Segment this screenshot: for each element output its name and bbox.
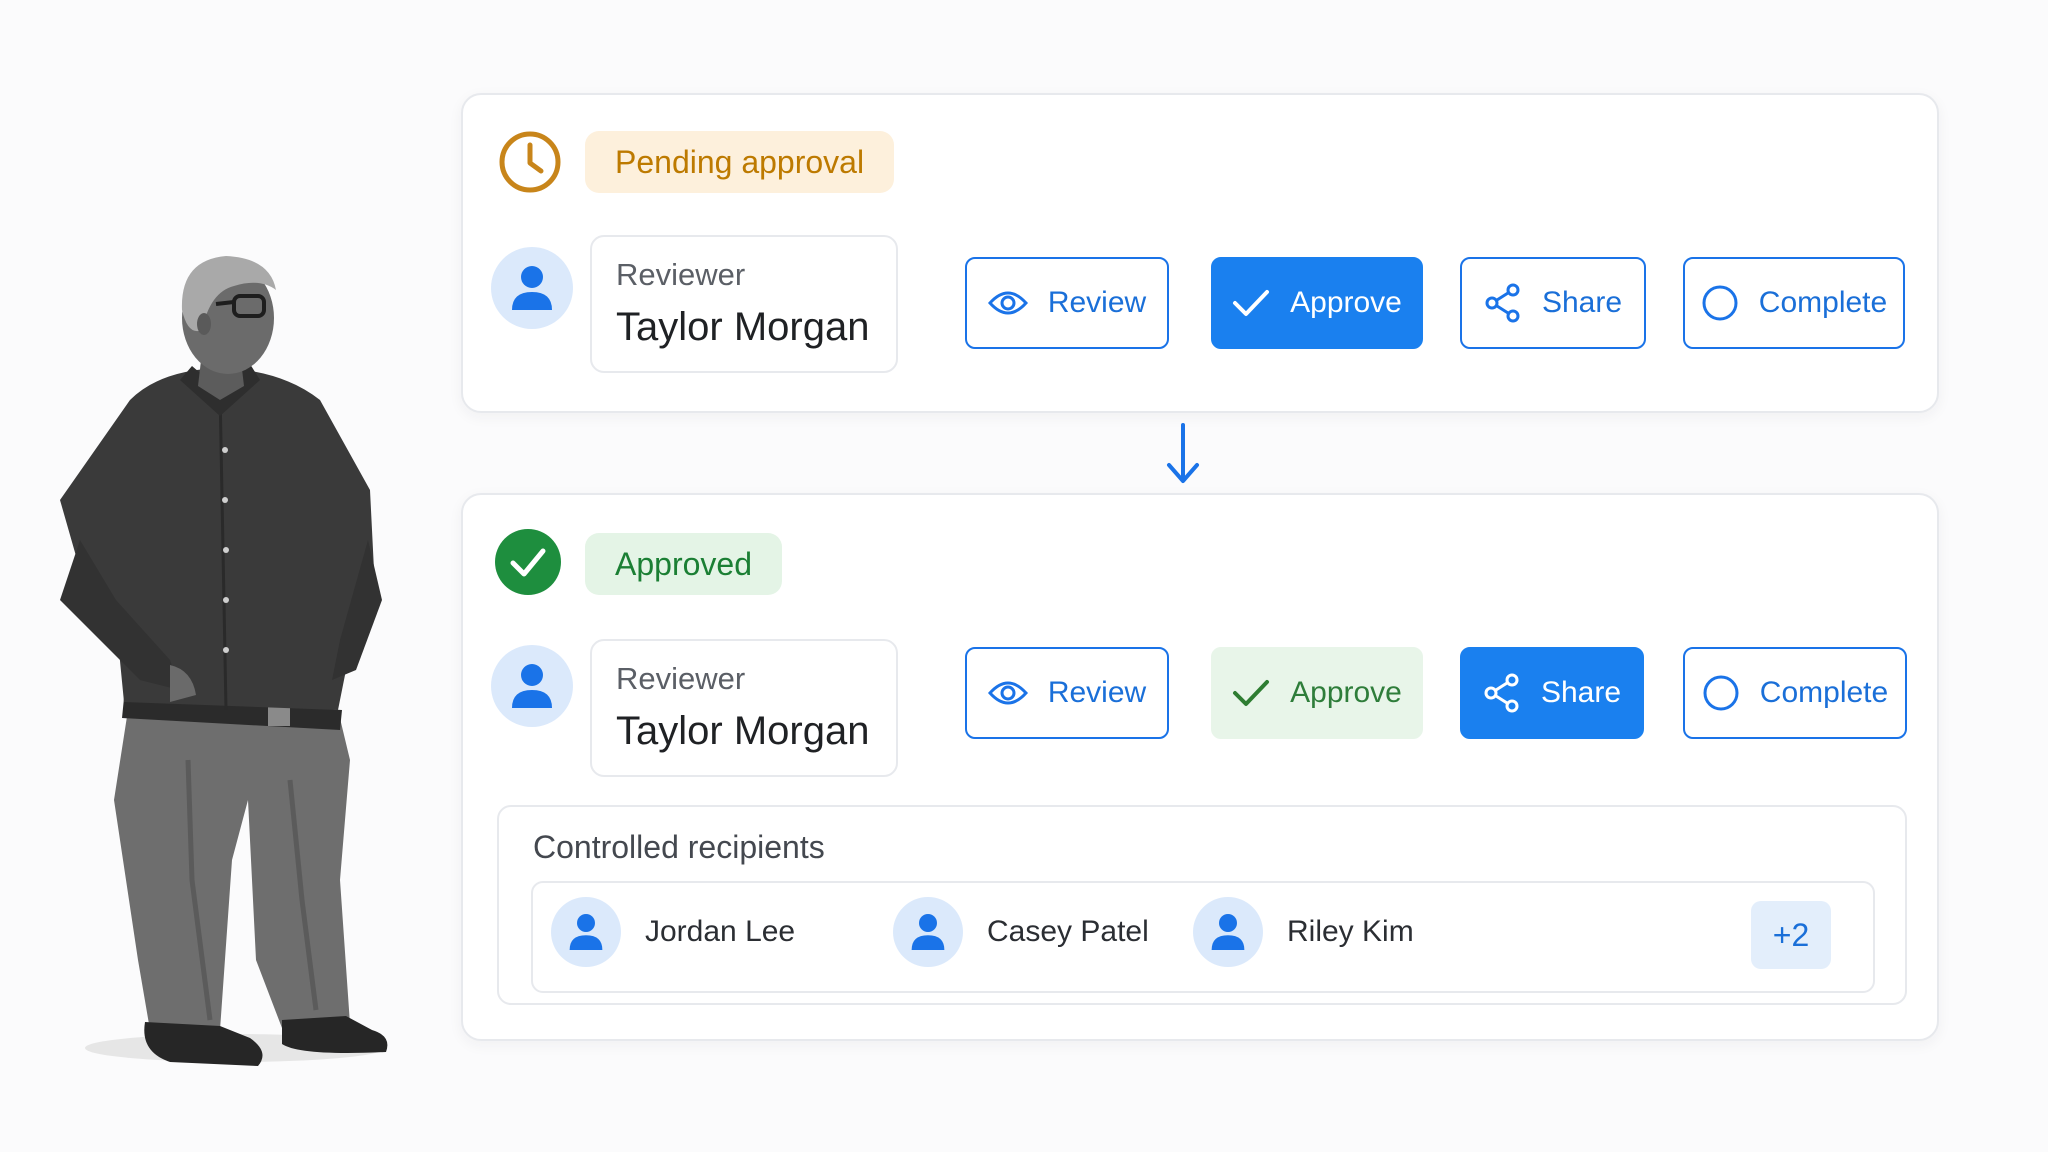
- recipient-item[interactable]: Jordan Lee: [551, 897, 795, 967]
- person-illustration: [60, 256, 388, 1066]
- user-icon: [512, 266, 552, 310]
- approved-card: Approved Reviewer Taylor Morgan Review A…: [461, 493, 1939, 1041]
- recipients-title: Controlled recipients: [533, 829, 825, 865]
- review-button[interactable]: Review: [965, 647, 1169, 739]
- check-icon: [1233, 290, 1270, 316]
- recipient-name: Casey Patel: [987, 915, 1149, 948]
- pending-approval-card: Pending approval Reviewer Taylor Morgan …: [461, 93, 1939, 413]
- avatar: [1193, 897, 1263, 967]
- eye-icon: [987, 681, 1028, 705]
- reviewer-card: Reviewer Taylor Morgan: [590, 235, 898, 373]
- controlled-recipients-panel: Controlled recipients Jordan Lee Casey P…: [497, 805, 1907, 1005]
- avatar: [491, 645, 573, 727]
- clock-icon: [499, 131, 561, 193]
- share-button[interactable]: Share: [1460, 647, 1644, 739]
- approve-button-label: Approve: [1290, 286, 1402, 319]
- recipient-item[interactable]: Riley Kim: [1193, 897, 1414, 967]
- reviewer-role: Reviewer: [616, 661, 746, 696]
- approve-button[interactable]: Approve: [1211, 647, 1423, 739]
- share-button-label: Share: [1541, 286, 1623, 319]
- avatar: [551, 897, 621, 967]
- check-circle-icon: [495, 529, 561, 595]
- recipient-item[interactable]: Casey Patel: [893, 897, 1149, 967]
- reviewer-name: Taylor Morgan: [616, 305, 870, 349]
- circle-icon: [1702, 285, 1738, 321]
- complete-button-label: Complete: [1758, 286, 1888, 319]
- share-button-label: Share: [1540, 676, 1622, 709]
- user-icon: [512, 664, 552, 708]
- review-button-label: Review: [1047, 286, 1147, 319]
- status-badge: Pending approval: [585, 131, 895, 193]
- share-button[interactable]: Share: [1460, 257, 1646, 349]
- avatar: [491, 247, 573, 329]
- complete-button-label: Complete: [1759, 676, 1889, 709]
- recipients-list: Jordan Lee Casey Patel Riley Kim +2: [531, 881, 1875, 993]
- eye-icon: [987, 291, 1028, 315]
- user-icon: [1211, 914, 1245, 950]
- recipient-name: Jordan Lee: [645, 915, 796, 948]
- complete-button[interactable]: Complete: [1683, 647, 1907, 739]
- reviewer-name: Taylor Morgan: [616, 709, 870, 753]
- complete-button[interactable]: Complete: [1683, 257, 1905, 349]
- approve-button-label: Approve: [1290, 676, 1402, 709]
- user-icon: [569, 914, 603, 950]
- avatar: [893, 897, 963, 967]
- check-icon: [1233, 680, 1270, 706]
- reviewer-role: Reviewer: [616, 257, 746, 292]
- user-icon: [911, 914, 945, 950]
- share-icon: [1484, 673, 1519, 713]
- recipient-name: Riley Kim: [1287, 915, 1414, 948]
- status-badge: Approved: [585, 533, 782, 595]
- arrow-down-icon: [1167, 423, 1199, 483]
- circle-icon: [1703, 675, 1739, 711]
- reviewer-card: Reviewer Taylor Morgan: [590, 639, 898, 777]
- review-button-label: Review: [1047, 676, 1147, 709]
- approve-button[interactable]: Approve: [1211, 257, 1423, 349]
- review-button[interactable]: Review: [965, 257, 1169, 349]
- more-recipients-chip[interactable]: +2: [1751, 901, 1831, 969]
- share-icon: [1485, 283, 1520, 323]
